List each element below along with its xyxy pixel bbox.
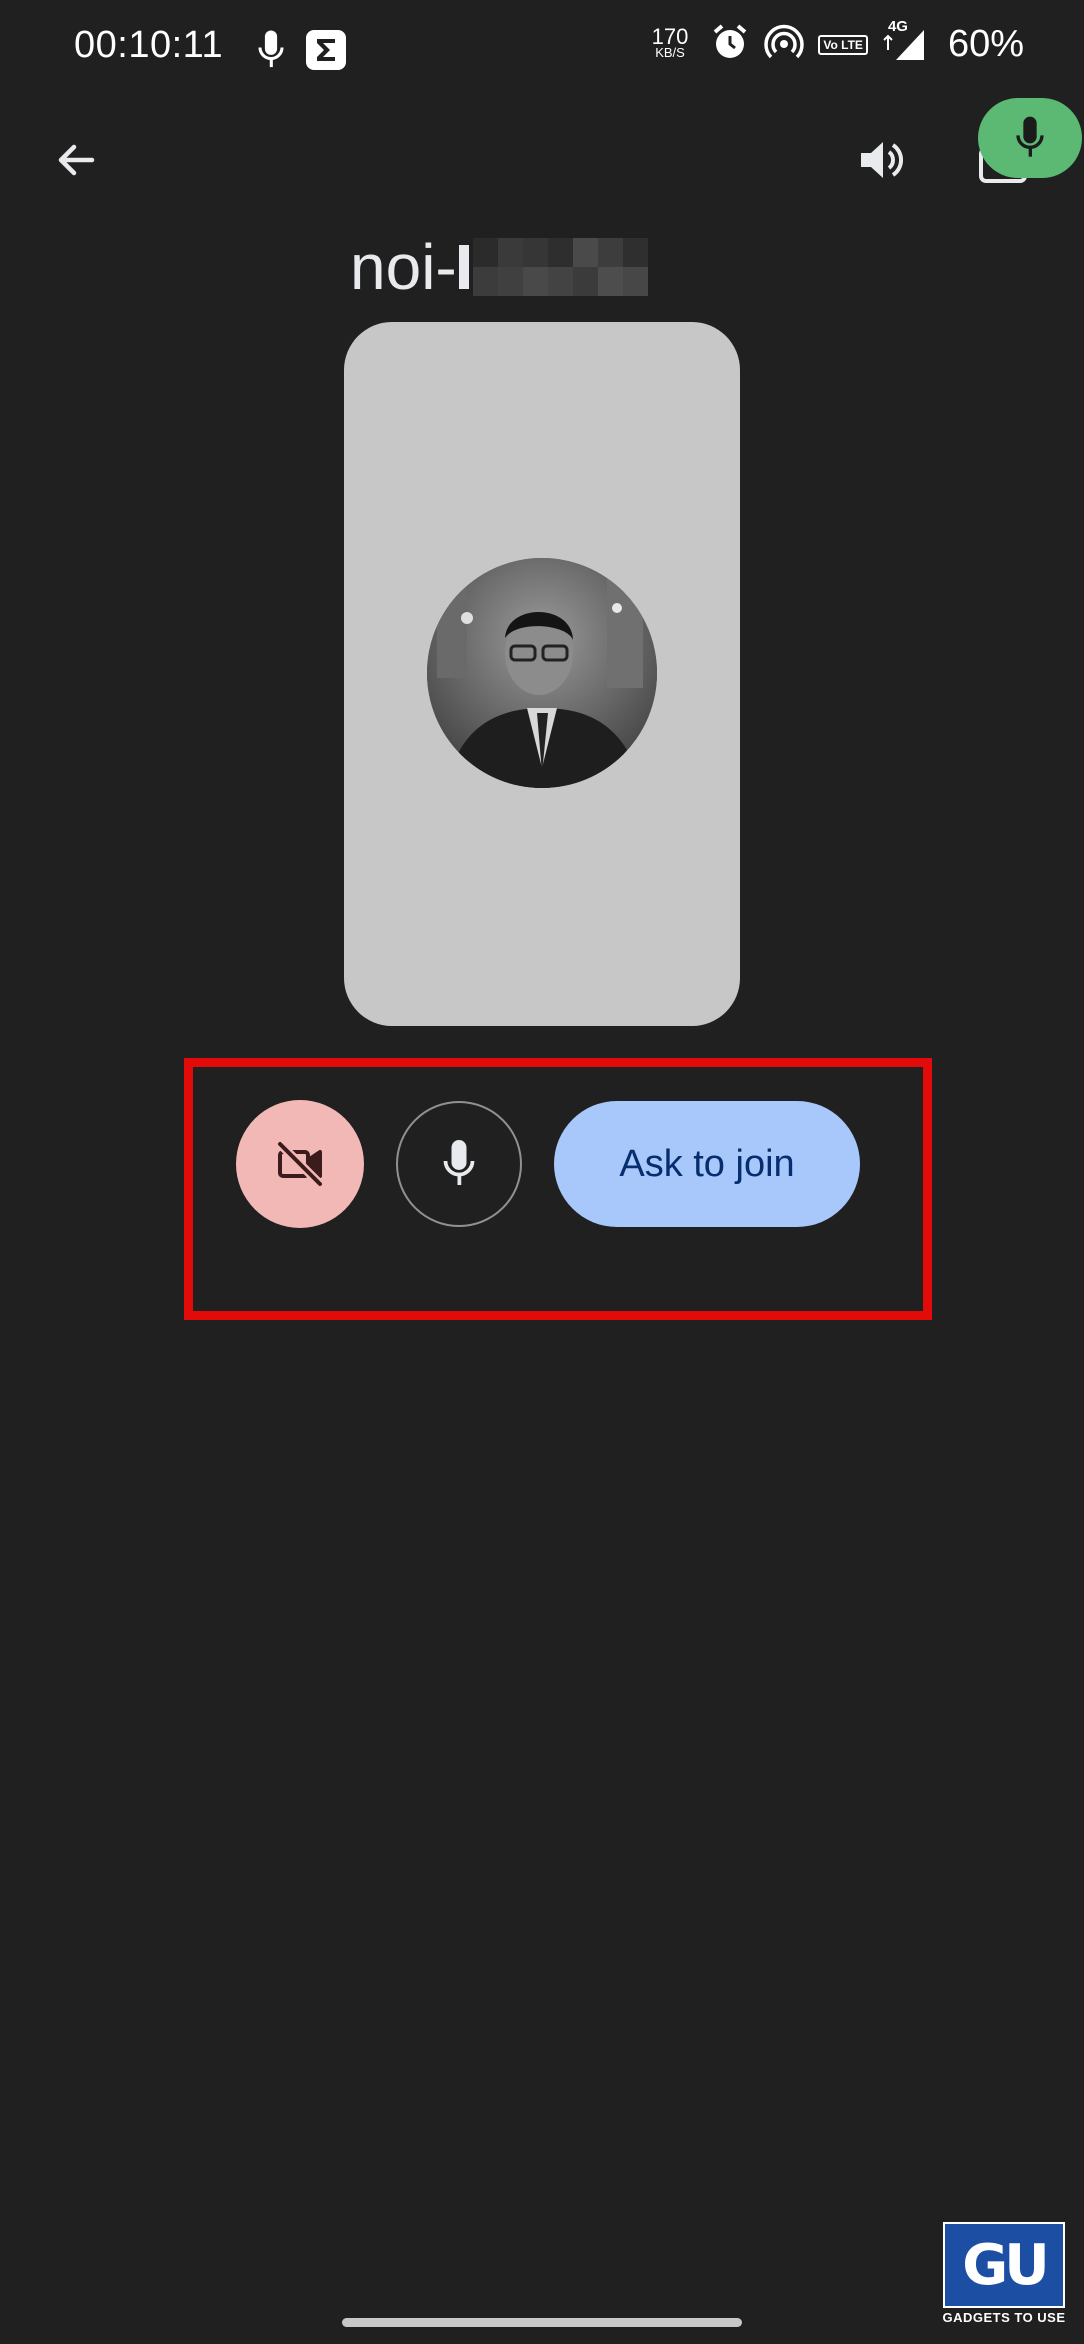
signal-icon: 4G bbox=[882, 18, 926, 67]
redacted-code-block bbox=[472, 238, 648, 296]
videocam-off-icon bbox=[276, 1140, 324, 1188]
status-right: 170 KB/S Vo LTE 4G 60% bbox=[651, 18, 1024, 67]
battery-level: 60% bbox=[947, 23, 1024, 65]
avatar bbox=[427, 558, 657, 788]
speaker-button[interactable] bbox=[846, 124, 918, 196]
microphone-toggle-button[interactable] bbox=[396, 1101, 522, 1227]
network-speed-unit: KB/S bbox=[655, 44, 685, 60]
mic-status-icon bbox=[256, 28, 286, 77]
voice-input-button[interactable] bbox=[978, 98, 1082, 178]
sigma-app-icon bbox=[306, 30, 346, 75]
network-speed: 170 KB/S bbox=[651, 23, 689, 61]
alarm-icon bbox=[710, 22, 750, 67]
hotspot-icon bbox=[764, 22, 805, 67]
back-button[interactable] bbox=[40, 124, 112, 196]
watermark: GU GADGETS TO USE bbox=[940, 2222, 1068, 2325]
network-speed-value: 170 bbox=[651, 23, 689, 49]
network-type: 4G bbox=[887, 18, 908, 35]
camera-toggle-button[interactable] bbox=[236, 1100, 364, 1228]
arrow-back-icon bbox=[58, 144, 95, 176]
meeting-code: noi- bbox=[350, 230, 648, 304]
partial-letter bbox=[458, 245, 469, 289]
home-indicator[interactable] bbox=[342, 2318, 742, 2327]
status-time: 00:10:11 bbox=[74, 24, 224, 66]
watermark-logo: GU bbox=[943, 2222, 1065, 2308]
mic-icon bbox=[443, 1140, 475, 1185]
volume-up-icon bbox=[861, 142, 903, 178]
mic-icon bbox=[1016, 116, 1044, 157]
meeting-code-text: noi- bbox=[350, 231, 457, 303]
watermark-text: GADGETS TO USE bbox=[942, 2310, 1066, 2325]
volte-badge: Vo LTE bbox=[818, 34, 868, 55]
ask-to-join-button[interactable]: Ask to join bbox=[554, 1101, 860, 1227]
